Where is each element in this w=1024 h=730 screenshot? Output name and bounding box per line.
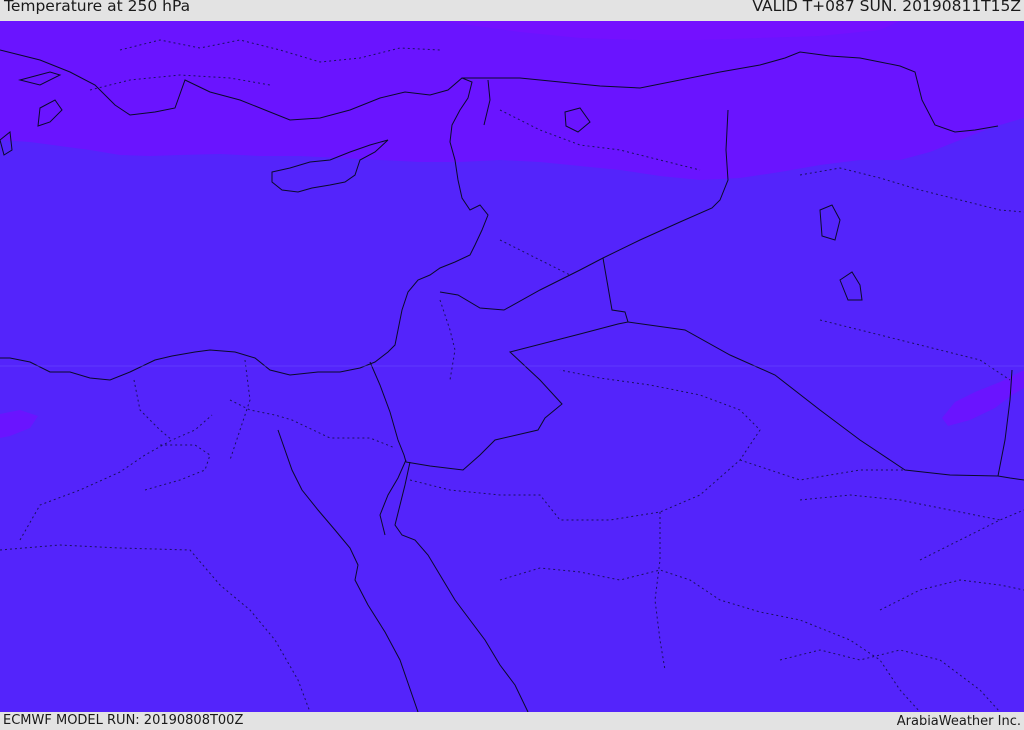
map-title: Temperature at 250 hPa [4, 0, 191, 15]
valid-time: VALID T+087 SUN. 20190811T15Z [752, 0, 1021, 15]
brand-label: ArabiaWeather Inc. [896, 714, 1021, 729]
map-panel[interactable] [0, 21, 1024, 712]
map-canvas[interactable] [0, 21, 1024, 712]
footer-bar: ECMWF MODEL RUN: 20190808T00Z ArabiaWeat… [0, 712, 1024, 729]
model-run-label: ECMWF MODEL RUN: 20190808T00Z [3, 713, 244, 728]
header-bar: Temperature at 250 hPa VALID T+087 SUN. … [0, 0, 1024, 21]
